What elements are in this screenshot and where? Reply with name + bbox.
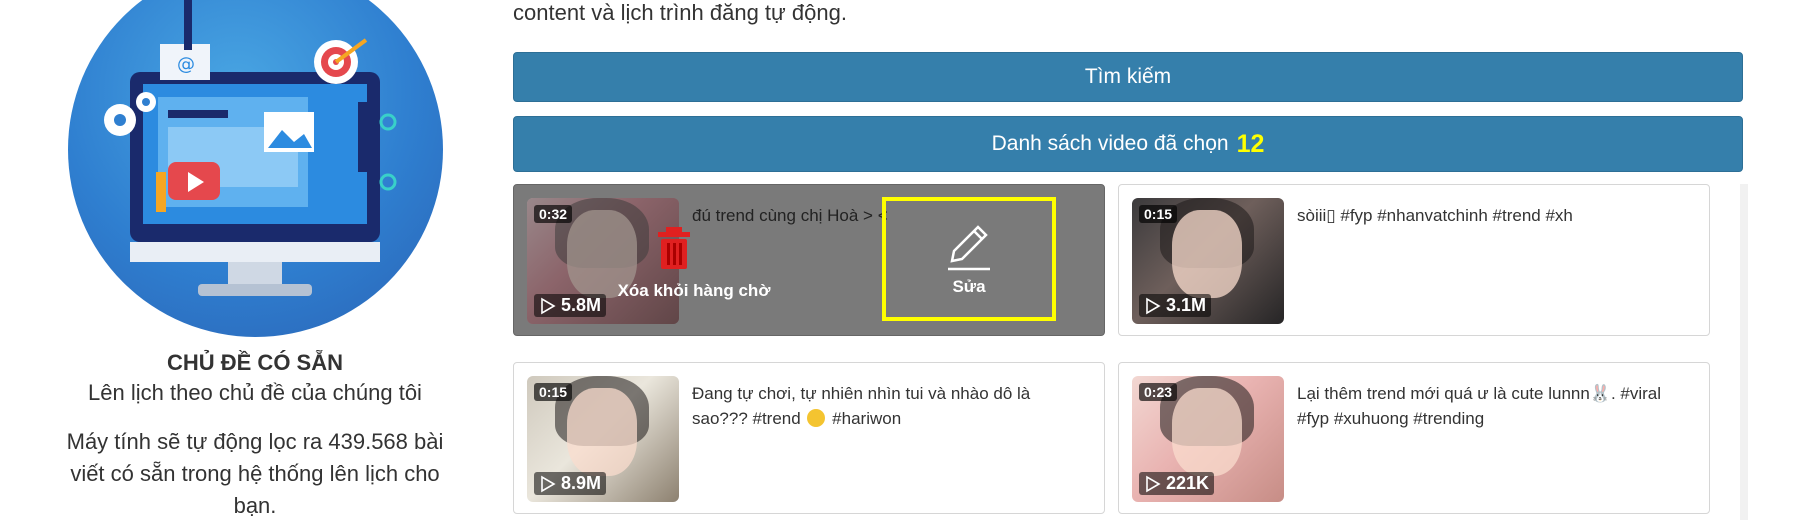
video-thumbnail[interactable]: 0:15 3.1M: [1132, 198, 1284, 324]
thumbnail-face: [1172, 388, 1242, 476]
video-card[interactable]: 0:23 221K Lại thêm trend mới quá ư là cu…: [1118, 362, 1710, 514]
svg-text:@: @: [177, 54, 195, 75]
selected-videos-label: Danh sách video đã chọn: [991, 132, 1229, 155]
left-panel: @ CHỦ ĐỀ CÓ SẴN Lên lịch theo chủ đề của…: [40, 0, 470, 520]
video-views-count: 221K: [1166, 473, 1210, 493]
video-card[interactable]: 0:32 5.8M đú trend cùng chị Hoà > < Xóa …: [513, 184, 1105, 336]
play-icon: [541, 475, 556, 492]
play-icon: [541, 297, 556, 314]
video-views: 8.9M: [534, 472, 607, 495]
video-caption: sòiii▯ #fyp #nhanvatchinh #trend #xh: [1297, 206, 1573, 225]
search-button-label: Tìm kiếm: [1084, 65, 1172, 88]
video-views: 221K: [1139, 472, 1215, 495]
video-views: 3.1M: [1139, 294, 1212, 317]
video-card[interactable]: 0:15 3.1M sòiii▯ #fyp #nhanvatchinh #tre…: [1118, 184, 1710, 336]
intro-text-line: content và lịch trình đăng tự động.: [513, 0, 847, 25]
topics-subtitle: Lên lịch theo chủ đề của chúng tôi: [88, 380, 422, 405]
trash-icon: [658, 227, 690, 269]
search-button[interactable]: Tìm kiếm: [513, 52, 1743, 102]
video-duration: 0:32: [534, 205, 573, 223]
play-icon: [1146, 475, 1161, 492]
video-thumbnail[interactable]: 0:23 221K: [1132, 376, 1284, 502]
laughing-emoji-icon: [807, 409, 826, 427]
thumbnail-face: [1172, 210, 1242, 298]
remove-from-queue-button[interactable]: Xóa khỏi hàng chờ: [594, 225, 794, 315]
video-caption-hashtag: #hariwon: [832, 409, 902, 428]
remove-from-queue-label: Xóa khỏi hàng chờ: [617, 281, 771, 300]
topics-description: Máy tính sẽ tự động lọc ra 439.568 bài v…: [66, 429, 444, 518]
topics-title: CHỦ ĐỀ CÓ SẴN: [166, 350, 343, 375]
pencil-icon: [948, 225, 990, 271]
edit-label: Sửa: [952, 277, 986, 296]
video-caption: Lại thêm trend mới quá ư là cute lunnn🐰.…: [1297, 384, 1662, 428]
cards-scrollbar[interactable]: [1740, 184, 1748, 520]
play-icon: [1146, 297, 1161, 314]
video-views-count: 3.1M: [1166, 295, 1207, 315]
selected-videos-count: 12: [1236, 129, 1265, 158]
video-caption: Đang tự chơi, tự nhiên nhìn tui và nhào …: [692, 381, 1082, 431]
thumbnail-face: [567, 388, 637, 476]
video-card[interactable]: 0:15 8.9M Đang tự chơi, tự nhiên nhìn tu…: [513, 362, 1105, 514]
video-duration: 0:15: [534, 383, 573, 401]
video-views-count: 8.9M: [561, 473, 602, 493]
selected-videos-button[interactable]: Danh sách video đã chọn 12: [513, 116, 1743, 172]
scheduler-illustration: @: [68, 0, 443, 337]
video-duration: 0:15: [1139, 205, 1178, 223]
edit-button[interactable]: Sửa: [882, 197, 1056, 321]
video-duration: 0:23: [1139, 383, 1178, 401]
computer-illustration-icon: @: [104, 0, 397, 296]
intro-text: content và lịch trình đăng tự động.: [513, 0, 1733, 26]
video-thumbnail[interactable]: 0:15 8.9M: [527, 376, 679, 502]
